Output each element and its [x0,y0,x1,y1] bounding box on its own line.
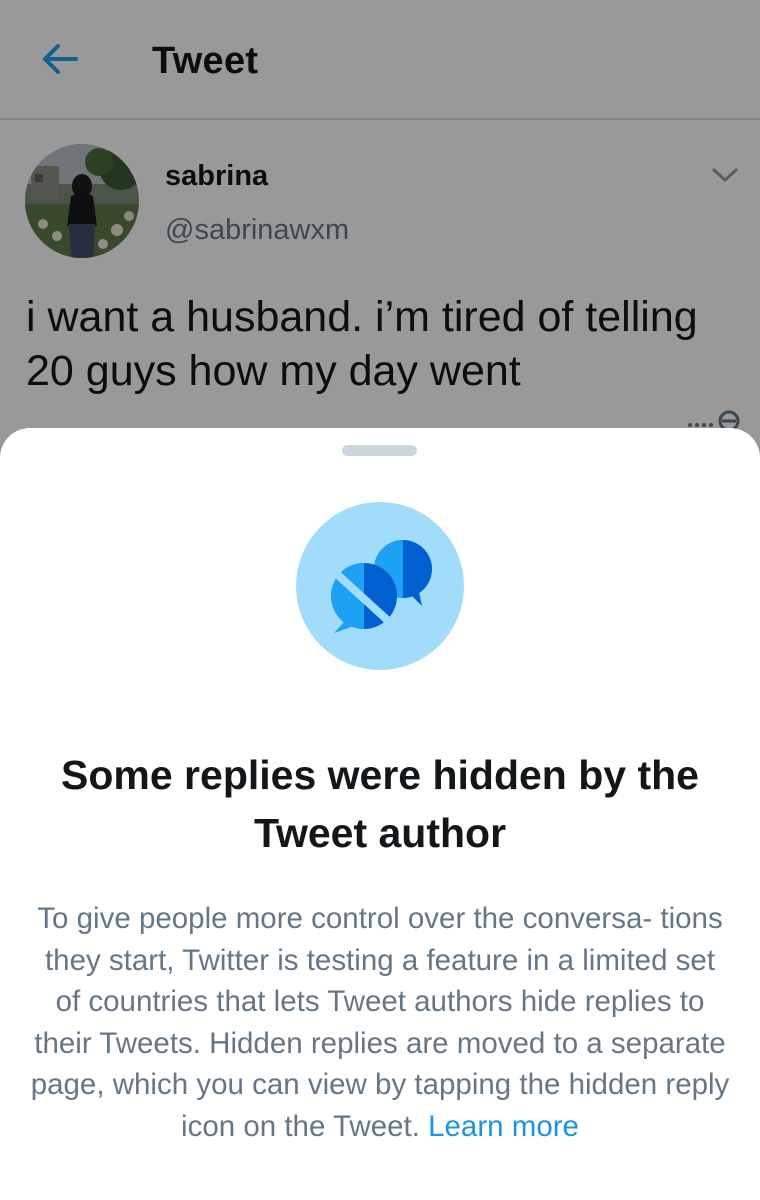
sheet-title: Some replies were hidden by the Tweet au… [61,752,699,856]
learn-more-link[interactable]: Learn more [428,1110,579,1143]
screen: Tweet sabrina @sabrinawxm i want a husba… [0,0,760,1200]
bottom-sheet: Some replies were hidden by the Tweet au… [0,428,760,1200]
sheet-description: To give people more control over the con… [30,898,730,1147]
hidden-replies-icon [296,502,464,670]
drag-handle[interactable] [342,445,417,456]
sheet-description-text: To give people more control over the con… [30,902,730,1143]
